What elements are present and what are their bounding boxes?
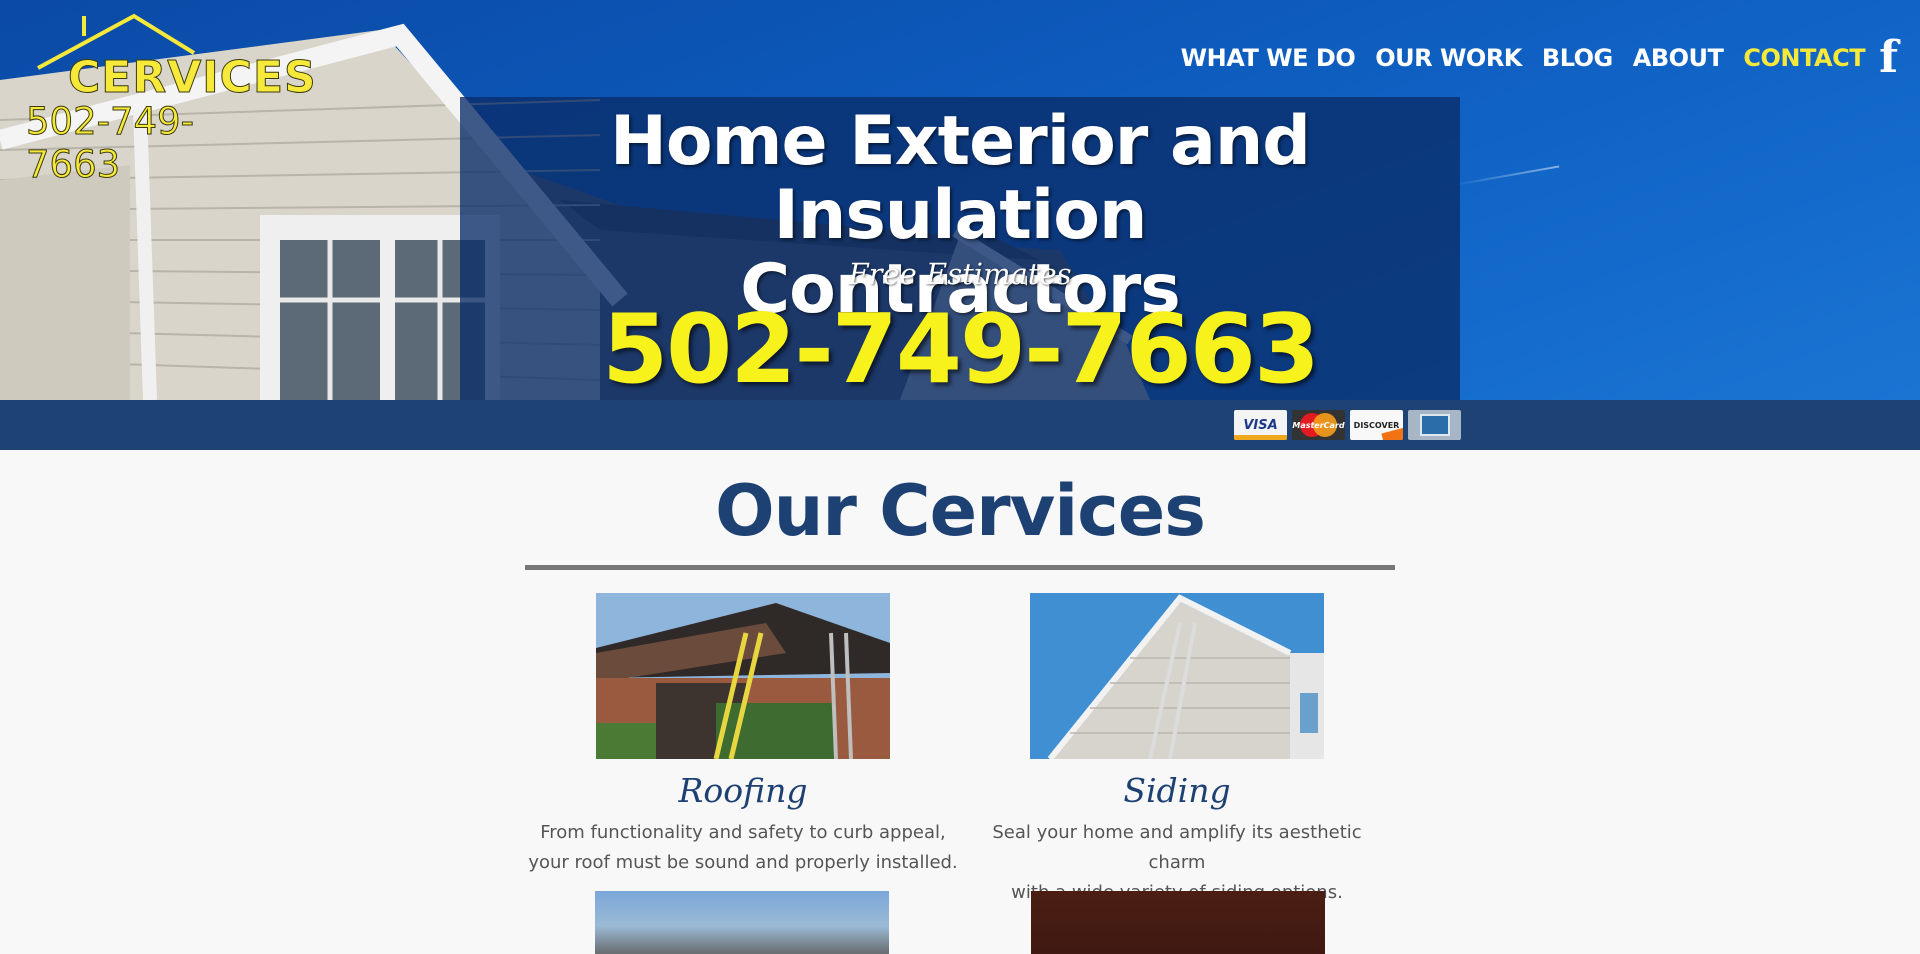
nav-blog[interactable]: BLOG — [1542, 44, 1613, 72]
service-photo-partial[interactable] — [595, 891, 889, 954]
facebook-icon[interactable]: f — [1879, 36, 1898, 80]
headline-line-1: Home Exterior and Insulation — [610, 102, 1311, 255]
payment-bar: VISA MasterCard DISCOVER — [0, 400, 1920, 450]
services-heading: Our Cervices — [715, 470, 1206, 552]
logo-phone[interactable]: 502-749-7663 — [26, 100, 274, 187]
visa-card-icon: VISA — [1234, 410, 1287, 440]
logo-wordmark: CERVICES — [68, 52, 317, 104]
free-estimates-text: Free Estimates — [848, 257, 1072, 291]
mastercard-icon: MasterCard — [1292, 410, 1345, 440]
discover-card-icon: DISCOVER — [1350, 410, 1403, 440]
nav-our-work[interactable]: OUR WORK — [1375, 44, 1522, 72]
siding-photo[interactable] — [1030, 593, 1324, 761]
service-title-siding[interactable]: Siding — [962, 771, 1392, 810]
hero-banner: CERVICES 502-749-7663 WHAT WE DO OUR WOR… — [0, 0, 1920, 400]
service-photo-partial[interactable] — [1031, 891, 1325, 954]
service-roofing[interactable]: Roofing From functionality and safety to… — [528, 593, 958, 878]
nav-what-we-do[interactable]: WHAT WE DO — [1181, 44, 1356, 72]
payment-cards: VISA MasterCard DISCOVER — [1234, 410, 1461, 440]
main-nav: WHAT WE DO OUR WORK BLOG ABOUT CONTACT f — [1161, 36, 1898, 80]
service-siding[interactable]: Siding Seal your home and amplify its ae… — [962, 593, 1392, 908]
hero-text-box: Home Exterior and Insulation Contractors… — [460, 97, 1460, 400]
sky-streak — [1450, 165, 1560, 187]
roofing-photo[interactable] — [596, 593, 890, 760]
logo[interactable]: CERVICES 502-749-7663 — [24, 8, 316, 187]
nav-about[interactable]: ABOUT — [1633, 44, 1724, 72]
hero-headline: Home Exterior and Insulation Contractors — [460, 105, 1460, 327]
service-desc-roofing: From functionality and safety to curb ap… — [528, 822, 958, 873]
service-title-roofing[interactable]: Roofing — [528, 771, 958, 810]
hero-phone[interactable]: 502-749-7663 — [460, 295, 1460, 400]
amex-card-icon — [1408, 410, 1461, 440]
heading-divider — [525, 565, 1395, 570]
nav-contact[interactable]: CONTACT — [1743, 44, 1865, 72]
